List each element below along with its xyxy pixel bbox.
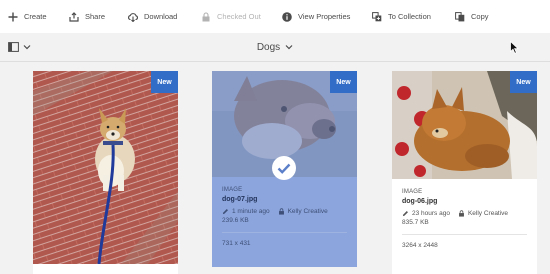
image-dimensions: 3264 x 2448 xyxy=(402,242,438,249)
asset-metadata: IMAGE dog-07.jpg 1 minute ago Kelly Crea… xyxy=(222,187,347,247)
create-label: Create xyxy=(24,12,47,21)
lock-icon xyxy=(278,208,284,215)
new-badge: New xyxy=(330,71,357,93)
asset-filename: dog-07.jpg xyxy=(222,196,258,203)
new-badge: New xyxy=(510,71,537,93)
selected-check-icon[interactable] xyxy=(272,156,296,180)
download-icon xyxy=(128,12,138,22)
action-toolbar: Create Share Download Checked Out View P… xyxy=(0,0,550,34)
to-collection-label: To Collection xyxy=(388,12,431,21)
view-properties-label: View Properties xyxy=(298,12,351,21)
collection-icon xyxy=(372,11,382,21)
download-button[interactable]: Download xyxy=(128,0,177,33)
share-label: Share xyxy=(85,12,106,21)
pencil-icon xyxy=(222,209,228,215)
to-collection-button[interactable]: To Collection xyxy=(372,0,431,33)
image-dimensions: 731 x 431 xyxy=(222,240,251,247)
asset-filename: dog-06.jpg xyxy=(402,198,438,205)
asset-card-dog-06[interactable]: New IMAGE dog-06.jpg 23 hours ago Kelly … xyxy=(392,71,537,274)
folder-bar: Dogs xyxy=(0,33,550,62)
copy-label: Copy xyxy=(471,12,489,21)
new-badge: New xyxy=(151,71,178,93)
asset-type: IMAGE xyxy=(402,189,423,195)
checked-out-button[interactable]: Checked Out xyxy=(201,0,261,33)
folder-title: Dogs xyxy=(256,41,281,53)
folder-title-dropdown[interactable]: Dogs xyxy=(0,33,550,61)
file-size: 239.6 KB xyxy=(222,217,249,224)
asset-thumbnail xyxy=(33,71,178,264)
info-icon xyxy=(282,11,292,22)
owner-name: Kelly Creative xyxy=(287,208,328,215)
lock-icon xyxy=(202,11,210,21)
modified-time: 1 minute ago xyxy=(232,208,270,215)
plus-icon xyxy=(8,12,18,21)
copy-icon xyxy=(455,11,465,21)
copy-button[interactable]: Copy xyxy=(455,0,489,33)
share-icon xyxy=(69,11,79,22)
checked-out-label: Checked Out xyxy=(217,12,261,21)
metadata-divider xyxy=(402,234,527,235)
download-label: Download xyxy=(144,12,178,21)
asset-card-dog-walk[interactable]: New xyxy=(33,71,178,274)
lock-icon xyxy=(459,210,464,217)
asset-card-dog-07[interactable]: New IMAGE dog-07.jpg 1 minute ago Kelly … xyxy=(212,71,357,267)
owner-name: Kelly Creative xyxy=(467,210,509,217)
dog-on-brick-photo xyxy=(33,71,178,264)
share-button[interactable]: Share xyxy=(69,0,105,33)
create-button[interactable]: Create xyxy=(8,0,47,33)
modified-time: 23 hours ago xyxy=(412,210,450,217)
view-properties-button[interactable]: View Properties xyxy=(282,0,350,33)
chevron-down-icon xyxy=(285,45,293,50)
asset-type: IMAGE xyxy=(222,187,243,193)
pencil-icon xyxy=(402,211,408,217)
mouse-cursor-icon xyxy=(510,41,519,54)
asset-metadata: IMAGE dog-06.jpg 23 hours ago Kelly Crea… xyxy=(402,189,527,249)
file-size: 835.7 KB xyxy=(402,219,429,226)
metadata-divider xyxy=(222,232,347,233)
